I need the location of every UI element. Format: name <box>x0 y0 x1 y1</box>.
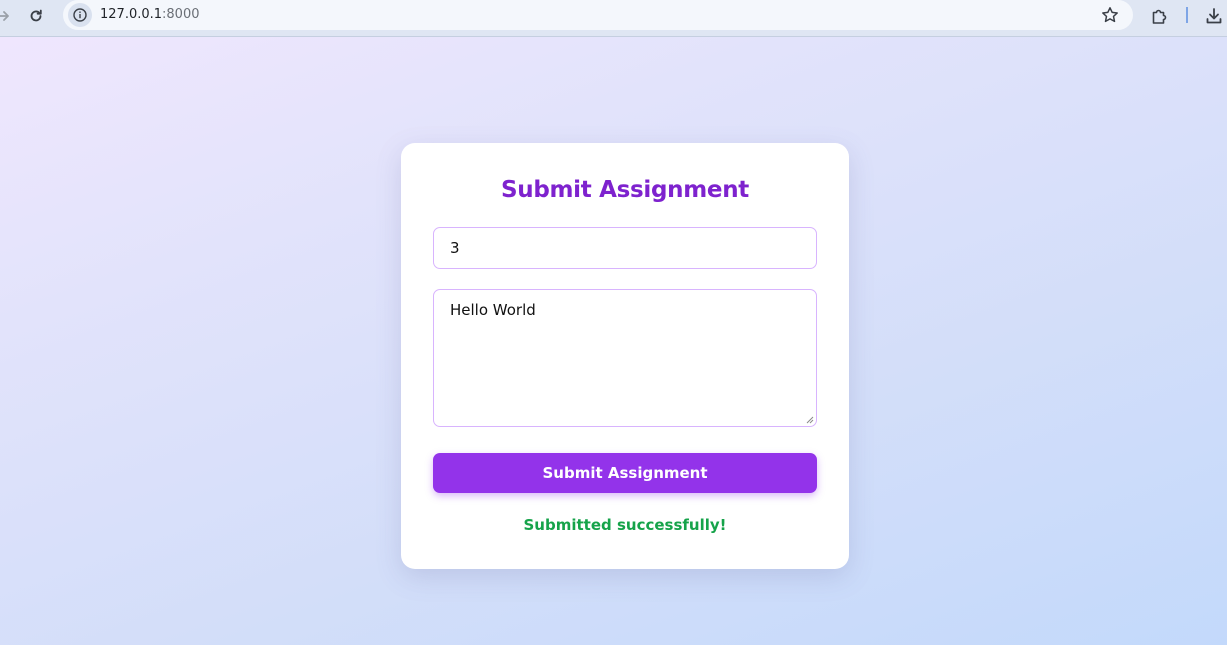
submit-button-label: Submit Assignment <box>542 464 708 482</box>
submission-card: Submit Assignment 3 Hello World Submit A… <box>401 143 849 569</box>
star-icon[interactable] <box>1100 5 1120 30</box>
puzzle-icon[interactable] <box>1150 6 1170 26</box>
download-icon[interactable] <box>1204 6 1224 26</box>
forward-arrow-icon[interactable] <box>0 6 14 26</box>
assignment-id-value: 3 <box>450 239 460 257</box>
url-port: :8000 <box>162 7 200 22</box>
form-title: Submit Assignment <box>501 177 749 203</box>
content-value: Hello World <box>450 301 536 319</box>
reload-icon[interactable] <box>26 6 46 26</box>
address-bar[interactable]: 127.0.0.1:8000 <box>63 0 1133 30</box>
status-message: Submitted successfully! <box>523 516 727 534</box>
toolbar-separator <box>1186 7 1188 23</box>
content-textarea[interactable]: Hello World <box>433 289 817 427</box>
browser-toolbar: 127.0.0.1:8000 <box>0 0 1227 37</box>
resize-handle-icon[interactable] <box>806 416 814 424</box>
url-host: 127.0.0.1 <box>100 7 163 22</box>
url-text[interactable]: 127.0.0.1:8000 <box>100 7 200 22</box>
site-info-icon[interactable] <box>68 3 92 27</box>
assignment-id-input[interactable]: 3 <box>433 227 817 269</box>
submit-assignment-button[interactable]: Submit Assignment <box>433 453 817 493</box>
